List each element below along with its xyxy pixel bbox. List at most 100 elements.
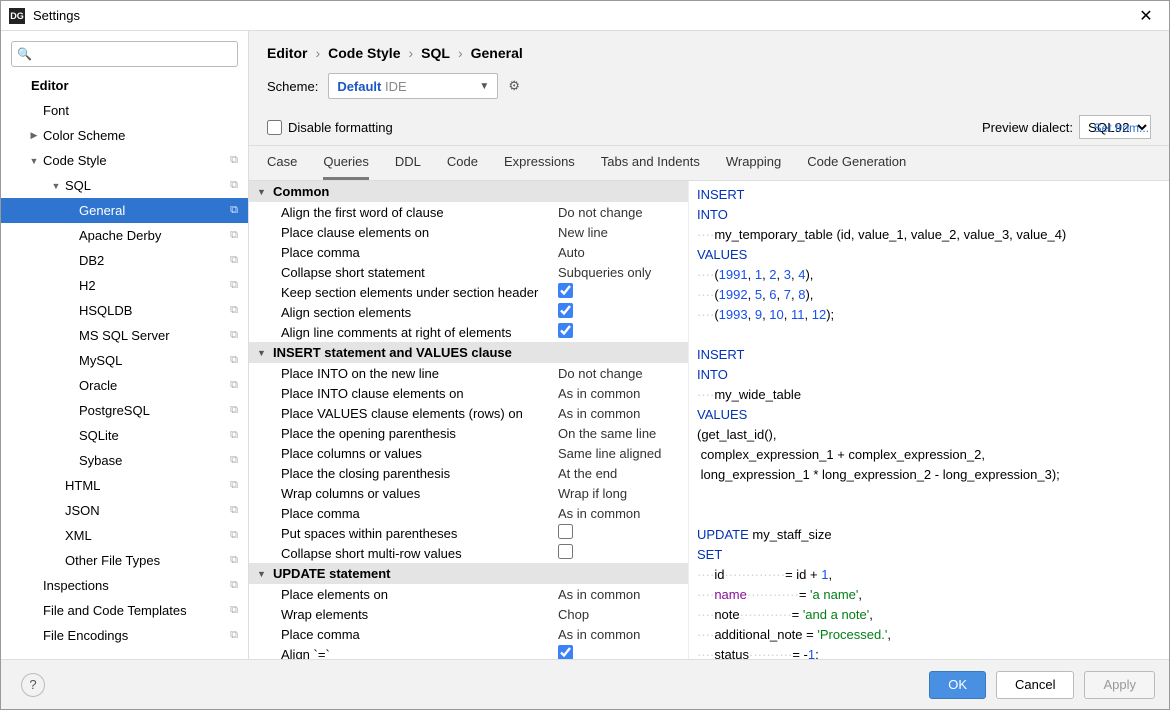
sidebar-item-general[interactable]: General⧉ — [1, 198, 248, 223]
copy-icon: ⧉ — [230, 329, 238, 342]
option-label: Place INTO clause elements on — [281, 386, 558, 401]
copy-icon: ⧉ — [230, 604, 238, 617]
option-row: Align `=` — [249, 644, 688, 659]
sidebar-item-sybase[interactable]: Sybase⧉ — [1, 448, 248, 473]
option-value[interactable]: Subqueries only — [558, 265, 688, 280]
breadcrumb-item[interactable]: Editor — [267, 45, 307, 61]
option-value[interactable]: At the end — [558, 466, 688, 481]
sidebar-item-ms-sql-server[interactable]: MS SQL Server⧉ — [1, 323, 248, 348]
option-row: Wrap elementsChop — [249, 604, 688, 624]
sidebar-item-label: H2 — [79, 278, 96, 293]
tab-ddl[interactable]: DDL — [395, 154, 421, 180]
sidebar-item-db2[interactable]: DB2⧉ — [1, 248, 248, 273]
sidebar-item-hsqldb[interactable]: HSQLDB⧉ — [1, 298, 248, 323]
sidebar-item-label: SQL — [65, 178, 91, 193]
option-row: Collapse short multi-row values — [249, 543, 688, 563]
sidebar-item-apache-derby[interactable]: Apache Derby⧉ — [1, 223, 248, 248]
sidebar-item-label: Inspections — [43, 578, 109, 593]
titlebar: DG Settings ✕ — [1, 1, 1169, 31]
tab-queries[interactable]: Queries — [323, 154, 369, 180]
tree-arrow-icon: ▼ — [51, 181, 61, 191]
option-row: Place the opening parenthesisOn the same… — [249, 423, 688, 443]
option-checkbox[interactable] — [558, 544, 573, 559]
sidebar-item-font[interactable]: Font — [1, 98, 248, 123]
set-from-link[interactable]: Set from... — [1094, 121, 1149, 135]
sidebar-item-oracle[interactable]: Oracle⧉ — [1, 373, 248, 398]
sidebar-item-label: XML — [65, 528, 92, 543]
copy-icon: ⧉ — [230, 354, 238, 367]
option-value[interactable]: Do not change — [558, 205, 688, 220]
option-row: Place columns or valuesSame line aligned — [249, 443, 688, 463]
option-value[interactable]: On the same line — [558, 426, 688, 441]
cancel-button[interactable]: Cancel — [996, 671, 1074, 699]
option-value[interactable]: New line — [558, 225, 688, 240]
breadcrumb: Editor›Code Style›SQL›General — [249, 31, 1169, 69]
sidebar-item-file-and-code-templates[interactable]: File and Code Templates ⧉ — [1, 598, 248, 623]
tab-code[interactable]: Code — [447, 154, 478, 180]
sidebar-heading-editor[interactable]: Editor — [1, 73, 248, 98]
option-checkbox[interactable] — [558, 303, 573, 318]
sidebar-item-label: Sybase — [79, 453, 122, 468]
sidebar-item-sqlite[interactable]: SQLite⧉ — [1, 423, 248, 448]
sidebar-item-json[interactable]: JSON⧉ — [1, 498, 248, 523]
option-row: Place commaAs in common — [249, 624, 688, 644]
help-icon[interactable]: ? — [21, 673, 45, 697]
tab-expressions[interactable]: Expressions — [504, 154, 575, 180]
option-label: Wrap elements — [281, 607, 558, 622]
option-value[interactable]: As in common — [558, 386, 688, 401]
option-value[interactable]: As in common — [558, 627, 688, 642]
option-value[interactable]: As in common — [558, 406, 688, 421]
disable-formatting-option[interactable]: Disable formatting — [267, 120, 393, 135]
option-value[interactable]: Same line aligned — [558, 446, 688, 461]
sidebar-item-label: File and Code Templates — [43, 603, 187, 618]
sidebar-item-file-encodings[interactable]: File Encodings⧉ — [1, 623, 248, 648]
scheme-select[interactable]: Default IDE ▼ — [328, 73, 498, 99]
copy-icon: ⧉ — [230, 254, 238, 267]
sidebar-item-mysql[interactable]: MySQL⧉ — [1, 348, 248, 373]
tab-case[interactable]: Case — [267, 154, 297, 180]
copy-icon: ⧉ — [230, 579, 238, 592]
breadcrumb-item[interactable]: General — [471, 45, 523, 61]
option-value[interactable]: Wrap if long — [558, 486, 688, 501]
tab-wrapping[interactable]: Wrapping — [726, 154, 781, 180]
copy-icon: ⧉ — [230, 204, 238, 217]
group-header[interactable]: ▼UPDATE statement — [249, 563, 688, 584]
option-checkbox[interactable] — [558, 283, 573, 298]
option-row: Wrap columns or valuesWrap if long — [249, 483, 688, 503]
sidebar-item-postgresql[interactable]: PostgreSQL⧉ — [1, 398, 248, 423]
option-value[interactable]: As in common — [558, 506, 688, 521]
search-input[interactable] — [11, 41, 238, 67]
option-checkbox[interactable] — [558, 524, 573, 539]
option-value[interactable]: Do not change — [558, 366, 688, 381]
option-checkbox[interactable] — [558, 645, 573, 659]
close-icon[interactable]: ✕ — [1131, 6, 1161, 26]
sidebar-item-other-file-types[interactable]: Other File Types⧉ — [1, 548, 248, 573]
option-label: Put spaces within parentheses — [281, 526, 558, 541]
breadcrumb-item[interactable]: Code Style — [328, 45, 400, 61]
sidebar-item-xml[interactable]: XML⧉ — [1, 523, 248, 548]
sidebar-item-color-scheme[interactable]: ▶Color Scheme — [1, 123, 248, 148]
option-value[interactable]: As in common — [558, 587, 688, 602]
sidebar-item-label: SQLite — [79, 428, 119, 443]
ok-button[interactable]: OK — [929, 671, 986, 699]
option-row: Align line comments at right of elements — [249, 322, 688, 342]
tab-tabs-and-indents[interactable]: Tabs and Indents — [601, 154, 700, 180]
sidebar-item-sql[interactable]: ▼SQL⧉ — [1, 173, 248, 198]
group-header[interactable]: ▼INSERT statement and VALUES clause — [249, 342, 688, 363]
tab-code-generation[interactable]: Code Generation — [807, 154, 906, 180]
sidebar-item-html[interactable]: HTML⧉ — [1, 473, 248, 498]
option-value[interactable]: Chop — [558, 607, 688, 622]
sidebar-item-code-style[interactable]: ▼Code Style⧉ — [1, 148, 248, 173]
breadcrumb-item[interactable]: SQL — [421, 45, 450, 61]
option-checkbox[interactable] — [558, 323, 573, 338]
disable-formatting-checkbox[interactable] — [267, 120, 282, 135]
option-label: Wrap columns or values — [281, 486, 558, 501]
apply-button[interactable]: Apply — [1084, 671, 1155, 699]
sidebar-item-inspections[interactable]: Inspections ⧉ — [1, 573, 248, 598]
sidebar-item-h2[interactable]: H2⧉ — [1, 273, 248, 298]
option-label: Place the opening parenthesis — [281, 426, 558, 441]
gear-icon[interactable]: ⚙ — [508, 78, 520, 94]
option-value[interactable]: Auto — [558, 245, 688, 260]
group-header[interactable]: ▼Common — [249, 181, 688, 202]
preview-dialect-label: Preview dialect: — [982, 120, 1073, 135]
